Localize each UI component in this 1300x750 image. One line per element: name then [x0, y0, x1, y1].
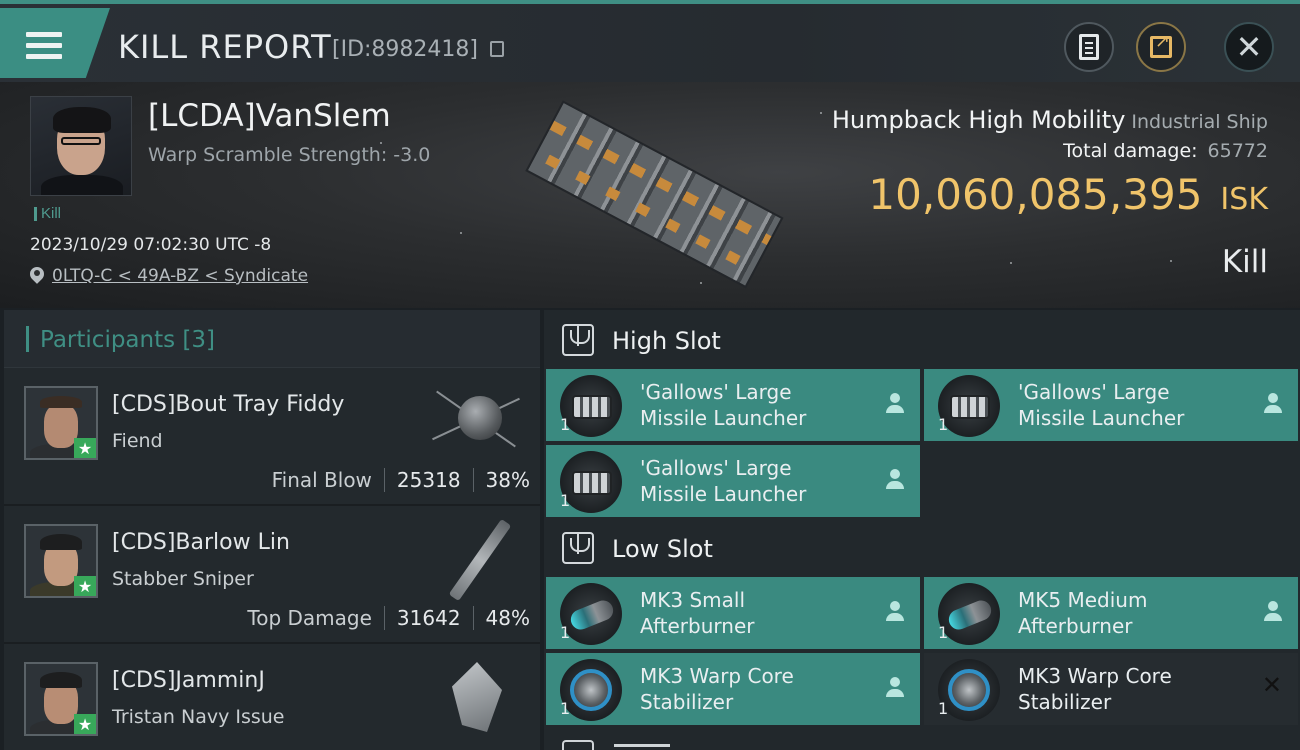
final-blow-star-icon: ★	[74, 438, 96, 458]
module-name: 'Gallows' Large Missile Launcher	[640, 456, 807, 506]
dropped-by-icon[interactable]	[886, 601, 904, 623]
dropped-by-icon[interactable]	[1264, 393, 1282, 415]
share-button[interactable]	[1136, 22, 1186, 72]
destroyed-x-icon: ✕	[1261, 671, 1282, 699]
module-card[interactable]: 1 MK5 Medium Afterburner	[924, 577, 1298, 649]
high-slot-header: High Slot	[544, 310, 1300, 370]
clipboard-button[interactable]	[1064, 22, 1114, 72]
module-name: MK3 Small Afterburner	[640, 588, 755, 638]
isk-unit: ISK	[1220, 182, 1268, 217]
participant-stats: Top Damage 31642 48%	[247, 606, 530, 630]
module-quantity: 1	[560, 623, 571, 642]
module-quantity: 1	[560, 699, 571, 718]
total-damage-label: Total damage:	[1063, 140, 1198, 162]
participant-row[interactable]: ★ [CDS]Bout Tray Fiddy Fiend Final Blow …	[4, 368, 540, 506]
module-quantity: 1	[938, 415, 949, 434]
final-blow-star-icon: ★	[74, 714, 96, 734]
dropped-by-icon[interactable]	[1264, 601, 1282, 623]
result-tag: Kill	[34, 206, 61, 221]
module-card[interactable]: 1 'Gallows' Large Missile Launcher	[546, 369, 920, 441]
participant-percent: 48%	[485, 606, 530, 630]
participant-percent: 38%	[485, 468, 530, 492]
location-pin-icon	[30, 267, 44, 285]
victim-ship[interactable]: Humpback High Mobility Industrial Ship	[832, 106, 1268, 134]
high-slot-title: High Slot	[612, 327, 721, 355]
location-text[interactable]: 0LTQ-C < 49A-BZ < Syndicate	[52, 266, 308, 286]
module-card[interactable]: 1 MK3 Warp Core Stabilizer ✕	[924, 653, 1298, 725]
victim-banner: [LCDA]VanSlem Warp Scramble Strength: -3…	[0, 82, 1300, 308]
module-card[interactable]: 1 'Gallows' Large Missile Launcher	[546, 445, 920, 517]
share-icon	[1150, 31, 1172, 58]
hamburger-menu-icon	[26, 32, 62, 60]
participants-panel: Participants [3] ★ [CDS]Bout Tray Fiddy …	[4, 310, 540, 750]
participant-role: Final Blow	[271, 468, 372, 492]
participant-row[interactable]: ★ [CDS]Barlow Lin Stabber Sniper Top Dam…	[4, 506, 540, 644]
final-blow-star-icon: ★	[74, 576, 96, 596]
participant-ship: Tristan Navy Issue	[112, 706, 285, 728]
module-quantity: 1	[938, 699, 949, 718]
victim-ship-image	[498, 60, 803, 323]
participant-avatar[interactable]: ★	[24, 662, 98, 736]
participant-damage: 25318	[396, 468, 461, 492]
fitting-panel: High Slot 1 'Gallows' Large Missile Launc…	[544, 310, 1300, 750]
dropped-by-icon[interactable]	[886, 469, 904, 491]
report-id: [ID:8982418]	[332, 37, 478, 62]
module-name: MK3 Warp Core Stabilizer	[640, 664, 794, 714]
total-damage: Total damage: 65772	[1063, 140, 1268, 162]
page-title: KILL REPORT	[118, 28, 332, 66]
copy-id-icon[interactable]	[490, 41, 504, 57]
ship-class: Industrial Ship	[1131, 111, 1268, 133]
module-card[interactable]: 1 MK3 Warp Core Stabilizer	[546, 653, 920, 725]
dropped-by-icon[interactable]	[886, 677, 904, 699]
participants-count: [3]	[182, 327, 216, 353]
participant-ship: Stabber Sniper	[112, 568, 254, 590]
kill-location-link[interactable]: 0LTQ-C < 49A-BZ < Syndicate	[30, 266, 308, 286]
participant-damage: 31642	[396, 606, 461, 630]
victim-avatar[interactable]	[30, 96, 132, 196]
participant-row[interactable]: ★ [CDS]JamminJ Tristan Navy Issue	[4, 644, 540, 750]
module-name: 'Gallows' Large Missile Launcher	[640, 380, 807, 430]
isk-value: 10,060,085,395	[868, 170, 1203, 219]
kill-outcome: Kill	[1221, 244, 1268, 280]
low-slot-icon	[562, 532, 594, 564]
module-name: 'Gallows' Large Missile Launcher	[1018, 380, 1185, 430]
total-damage-value: 65772	[1207, 140, 1268, 162]
close-button[interactable]: ✕	[1224, 22, 1274, 72]
participant-ship-image	[428, 514, 524, 604]
kill-timestamp: 2023/10/29 07:02:30 UTC -8	[30, 235, 272, 255]
isk-loss: 10,060,085,395 ISK	[868, 170, 1268, 219]
participant-ship-image	[428, 376, 524, 466]
participant-ship: Fiend	[112, 430, 163, 452]
dropped-by-icon[interactable]	[886, 393, 904, 415]
participant-name[interactable]: [CDS]JamminJ	[112, 668, 265, 693]
module-name: MK3 Warp Core Stabilizer	[1018, 664, 1172, 714]
mid-slot-icon	[562, 740, 594, 750]
menu-button[interactable]	[0, 8, 110, 78]
module-card[interactable]: 1 'Gallows' Large Missile Launcher	[924, 369, 1298, 441]
participant-avatar[interactable]: ★	[24, 524, 98, 598]
high-slot-icon	[562, 324, 594, 356]
module-card[interactable]: 1 MK3 Small Afterburner	[546, 577, 920, 649]
ship-name[interactable]: Humpback High Mobility	[832, 106, 1126, 134]
module-quantity: 1	[938, 623, 949, 642]
low-slot-header: Low Slot	[544, 518, 1300, 578]
clipboard-icon	[1079, 34, 1099, 60]
victim-name[interactable]: [LCDA]VanSlem	[148, 98, 391, 134]
participant-avatar[interactable]: ★	[24, 386, 98, 460]
close-icon: ✕	[1235, 28, 1263, 66]
module-quantity: 1	[560, 415, 571, 434]
participants-label: Participants	[40, 327, 176, 353]
participant-stats: Final Blow 25318 38%	[272, 468, 530, 492]
module-quantity: 1	[560, 491, 571, 510]
warp-scramble-strength: Warp Scramble Strength: -3.0	[148, 144, 431, 166]
participant-name[interactable]: [CDS]Bout Tray Fiddy	[112, 392, 344, 417]
top-bar: KILL REPORT [ID:8982418] ✕	[0, 0, 1300, 82]
participant-name[interactable]: [CDS]Barlow Lin	[112, 530, 290, 555]
low-slot-title: Low Slot	[612, 535, 713, 563]
participant-role: Top Damage	[247, 606, 372, 630]
module-name: MK5 Medium Afterburner	[1018, 588, 1148, 638]
mid-slot-title	[614, 740, 694, 750]
participants-header: Participants [3]	[4, 310, 540, 368]
participant-ship-image	[428, 652, 524, 742]
